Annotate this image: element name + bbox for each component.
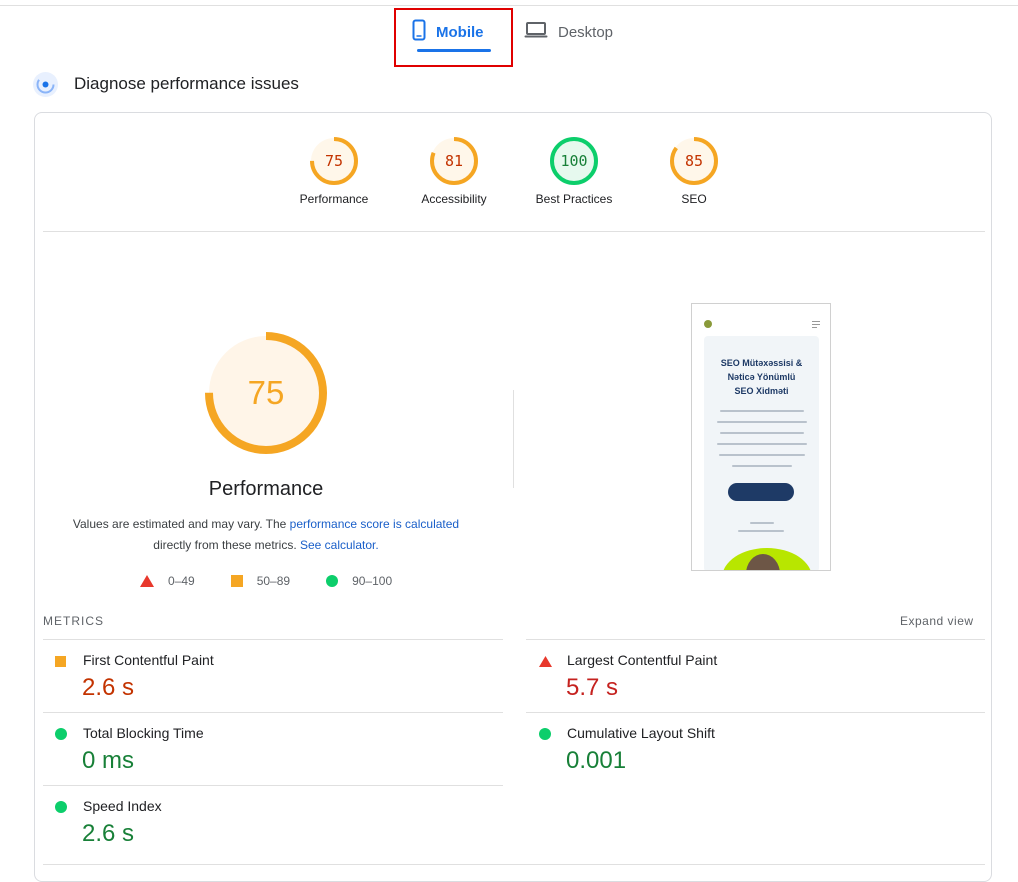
circle-icon (539, 728, 551, 740)
gauge-seo[interactable]: 85 SEO (634, 136, 754, 206)
legend-label: 90–100 (352, 574, 393, 588)
metric-divider (526, 639, 985, 640)
text-line (717, 443, 807, 445)
triangle-icon (539, 656, 552, 667)
legend-fail: 0–49 (140, 574, 195, 588)
metric-value: 5.7 s (566, 674, 619, 701)
gauge-label: Accessibility (421, 192, 487, 206)
performance-title: Performance (208, 478, 324, 500)
metric-divider (526, 712, 985, 713)
text-line (738, 530, 784, 532)
hero-title-line: SEO Xidməti (734, 386, 789, 396)
metric-name: Speed Index (83, 798, 162, 814)
metric-name: Largest Contentful Paint (567, 652, 718, 668)
legend-average: 50–89 (230, 574, 291, 588)
performance-description: Values are estimated and may vary. The p… (60, 514, 472, 556)
metric-value: 0 ms (82, 747, 135, 774)
metric-name: First Contentful Paint (83, 652, 214, 668)
circle-icon (55, 801, 67, 813)
gauge-score: 81 (445, 152, 463, 170)
top-divider (0, 5, 1018, 6)
see-calculator-link[interactable]: See calculator. (300, 538, 379, 552)
gauge-ring: 100 (550, 137, 598, 185)
triangle-icon (140, 575, 154, 587)
gauge-accessibility[interactable]: 81 Accessibility (394, 136, 514, 206)
tab-desktop[interactable]: Desktop (524, 12, 624, 52)
desc-text-2: directly from these metrics. (153, 538, 300, 552)
section-divider (43, 231, 985, 232)
text-line (720, 432, 804, 434)
legend-label: 50–89 (256, 574, 291, 588)
text-line (717, 421, 807, 423)
metric-name: Cumulative Layout Shift (567, 725, 715, 741)
expand-view-button[interactable]: Expand view (900, 614, 974, 628)
desc-text: Values are estimated and may vary. The (72, 517, 290, 531)
metric-value: 0.001 (566, 747, 627, 774)
bottom-divider (43, 864, 985, 865)
metric-divider (43, 639, 503, 640)
menu-icon (812, 321, 820, 328)
gauge-ring: 75 (310, 137, 358, 185)
tab-desktop-label: Desktop (558, 23, 614, 41)
hero-title-line: Nəticə Yönümlü (727, 372, 796, 382)
hero-cta-button (728, 483, 794, 501)
performance-score-large: 75 (248, 374, 285, 411)
text-line (719, 454, 805, 456)
hero-title-line: SEO Mütəxəssisi & (720, 358, 803, 368)
gauge-label: SEO (681, 192, 707, 206)
gauge-label: Performance (299, 192, 369, 206)
gauge-score: 100 (560, 152, 587, 170)
metric-name: Total Blocking Time (83, 725, 204, 741)
square-icon (55, 656, 66, 667)
performance-score-link[interactable]: performance score is calculated (290, 517, 459, 531)
laptop-icon (524, 21, 548, 43)
score-legend: 0–49 50–89 90–100 (140, 574, 428, 588)
metric-value: 2.6 s (82, 820, 135, 847)
legend-pass: 90–100 (326, 574, 392, 588)
hero-section: SEO Mütəxəssisi & Nəticə Yönümlü SEO Xid… (704, 336, 819, 570)
gauge-score: 75 (325, 152, 343, 170)
diagnose-icon (33, 72, 58, 97)
performance-gauge-large: 75 (204, 331, 328, 455)
text-line (750, 522, 774, 524)
gauge-score: 85 (685, 152, 703, 170)
square-icon (230, 575, 243, 587)
legend-label: 0–49 (168, 574, 195, 588)
circle-icon (55, 728, 67, 740)
highlight-annotation-box (394, 8, 513, 67)
metric-value: 2.6 s (82, 674, 135, 701)
gauge-best-practices[interactable]: 100 Best Practices (514, 136, 634, 206)
metrics-title: METRICS (43, 614, 104, 628)
circle-icon (326, 575, 339, 587)
text-line (732, 465, 792, 467)
page-screenshot-thumbnail[interactable]: SEO Mütəxəssisi & Nəticə Yönümlü SEO Xid… (691, 303, 831, 571)
metric-divider (43, 785, 503, 786)
gauge-label: Best Practices (535, 192, 613, 206)
site-logo-icon (704, 320, 712, 328)
vertical-divider (513, 390, 514, 488)
gauge-ring: 85 (670, 137, 718, 185)
hero-title: SEO Mütəxəssisi & Nəticə Yönümlü SEO Xid… (704, 356, 819, 398)
metric-divider (43, 712, 503, 713)
text-line (720, 410, 804, 412)
gauge-performance[interactable]: 75 Performance (274, 136, 394, 206)
section-title: Diagnose performance issues (74, 74, 299, 93)
gauge-ring: 81 (430, 137, 478, 185)
